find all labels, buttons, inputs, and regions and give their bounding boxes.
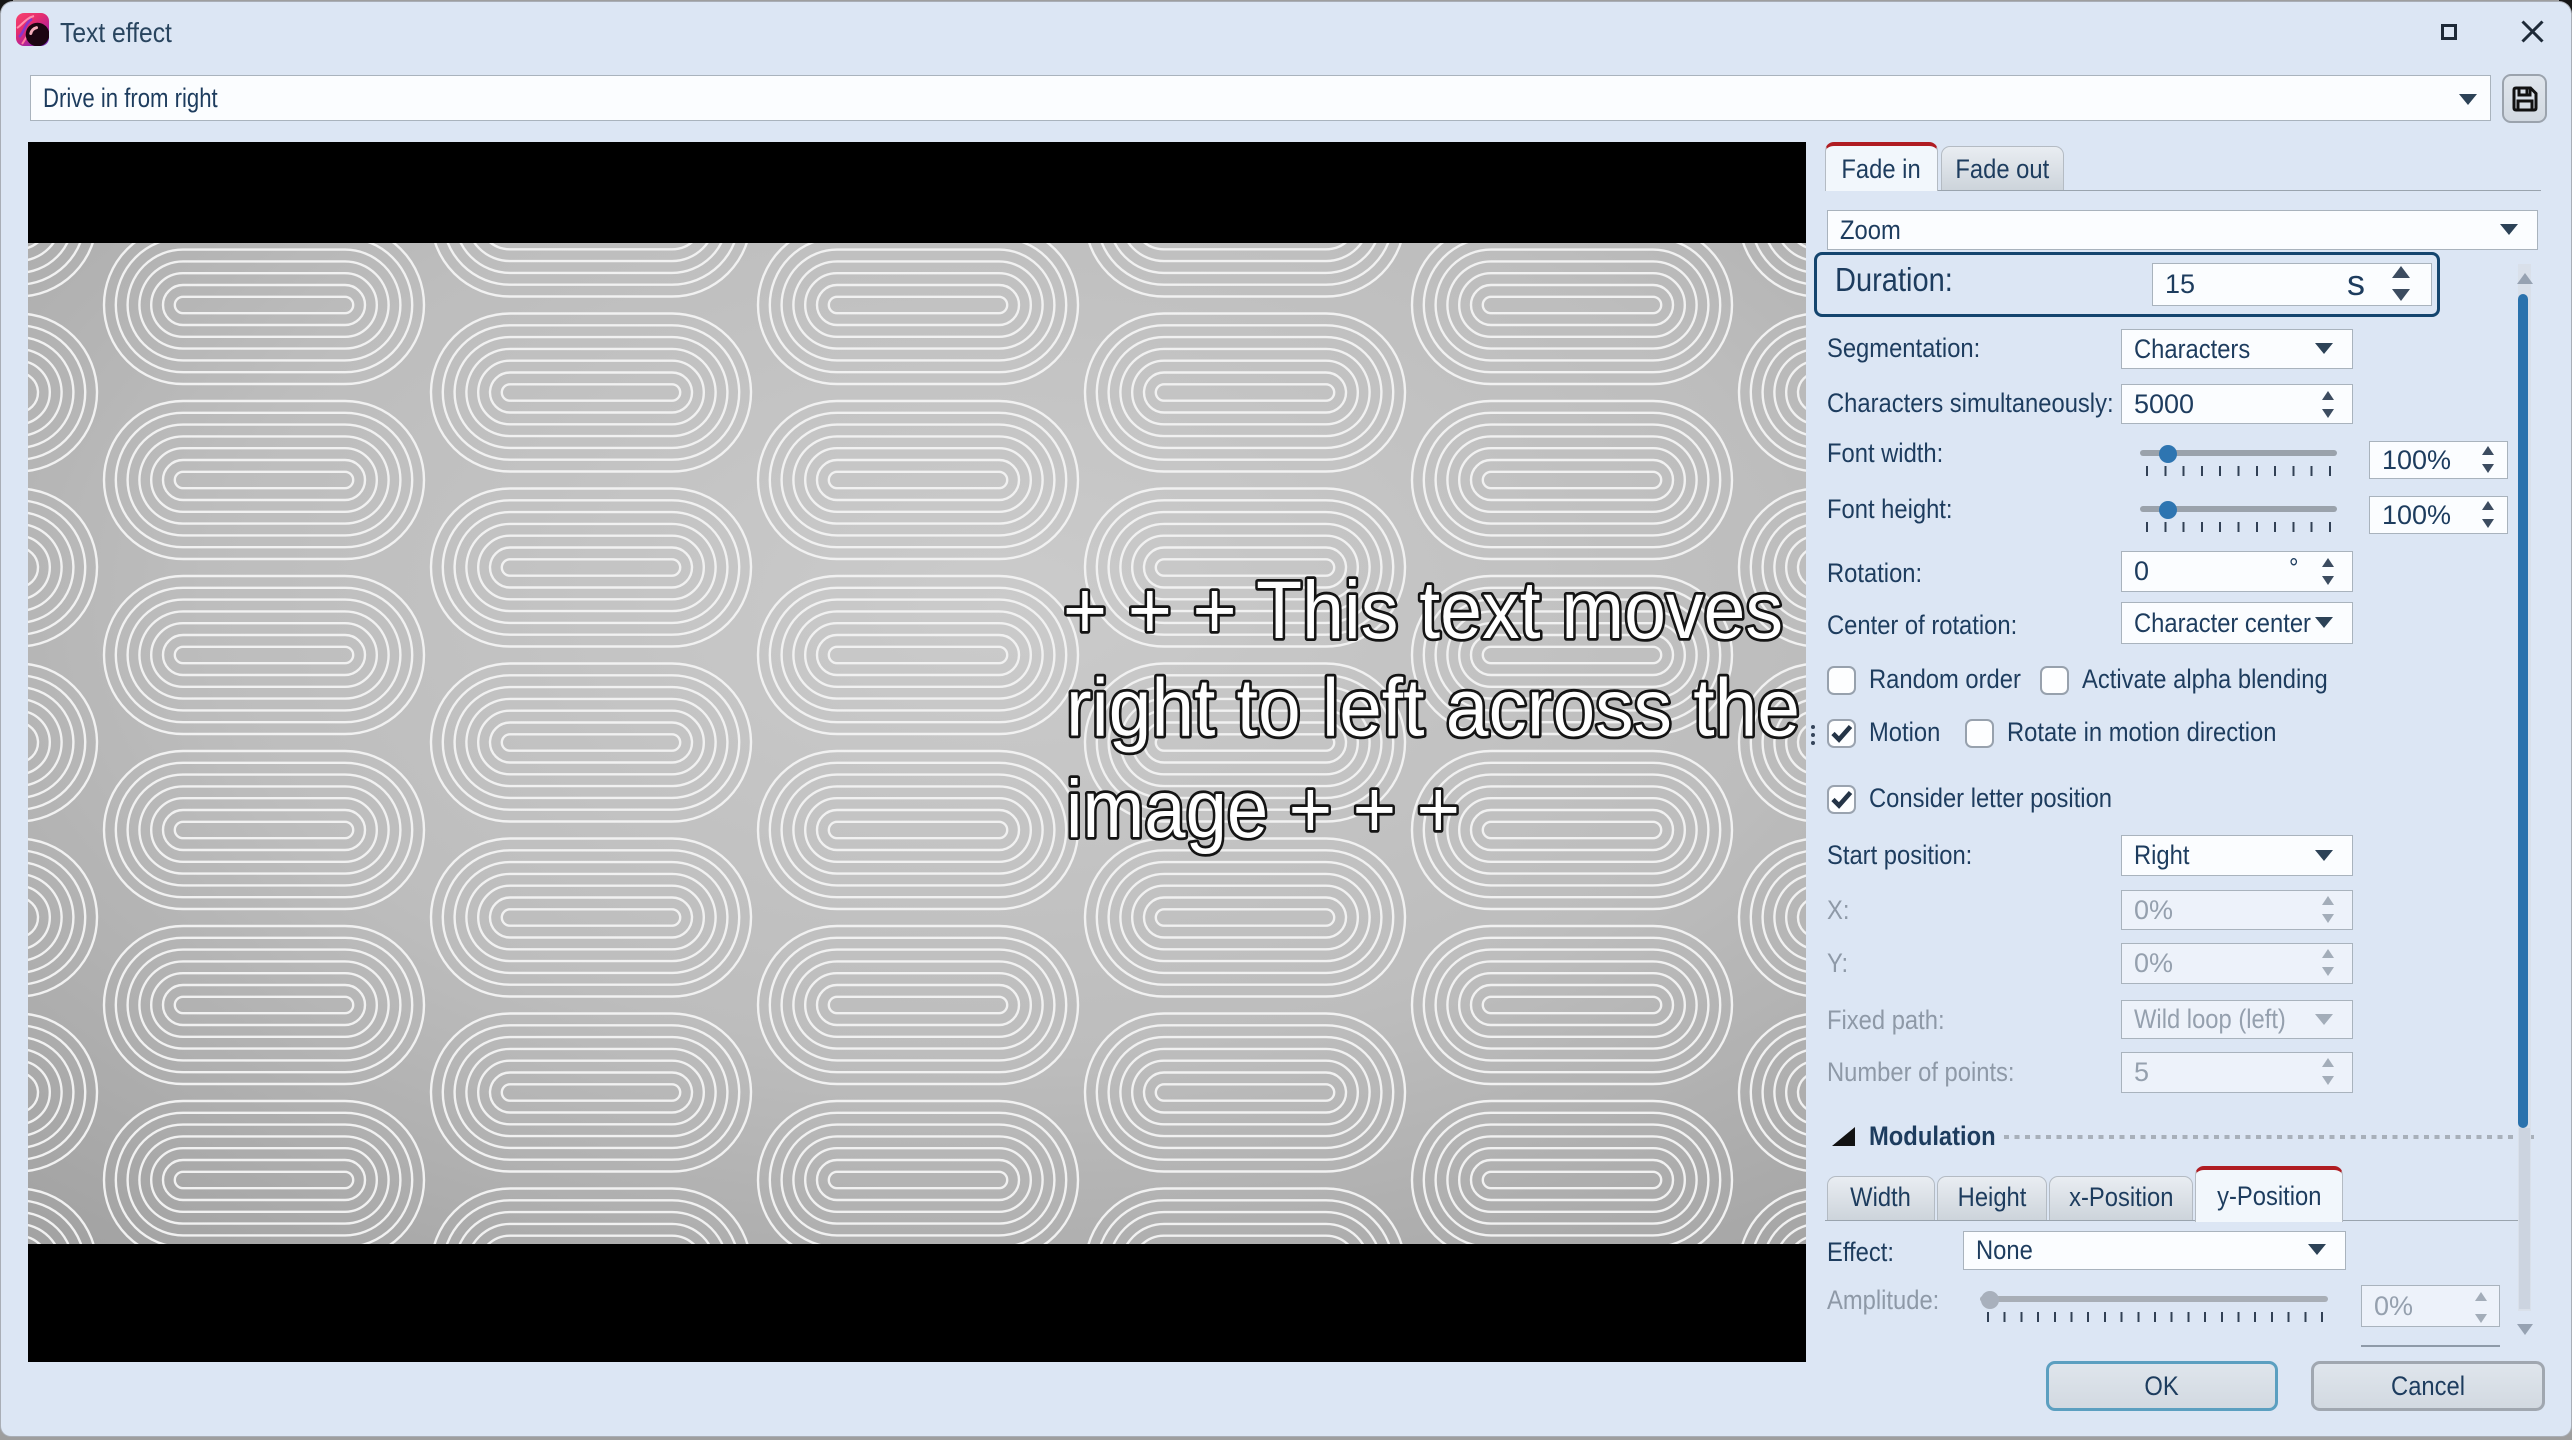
svg-text:image + + +: image + + +	[1066, 764, 1460, 855]
svg-text:+ + + This text moves: + + + This text moves	[1063, 565, 1783, 656]
svg-text:right to left across the: right to left across the	[1066, 663, 1800, 754]
